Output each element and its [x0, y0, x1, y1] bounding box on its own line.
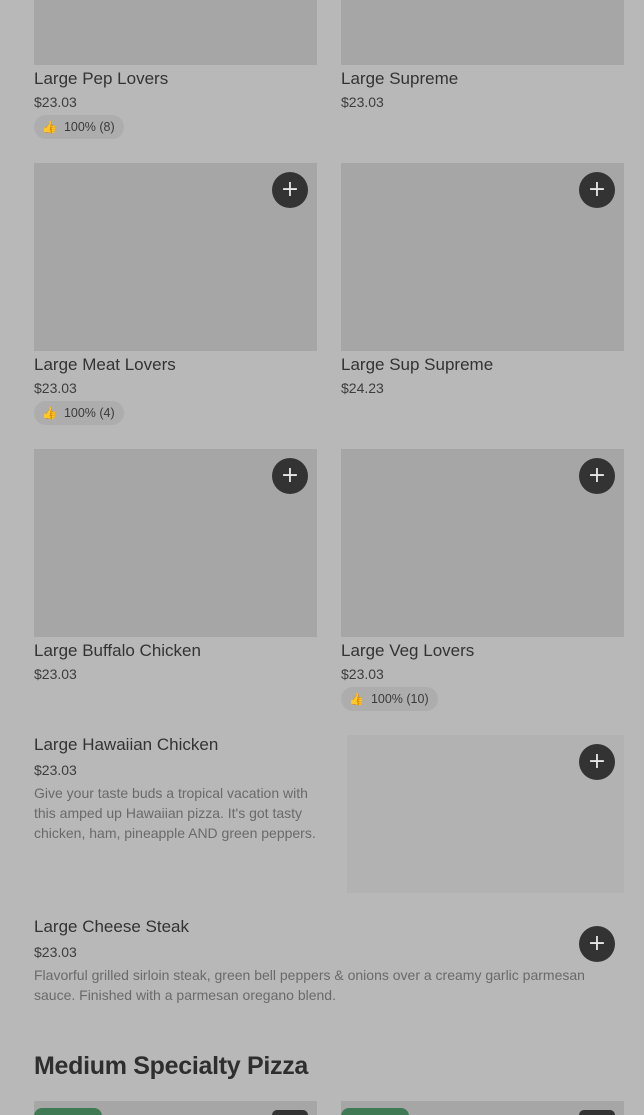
- add-to-cart-button[interactable]: [272, 1110, 308, 1115]
- item-name[interactable]: Large Buffalo Chicken: [34, 641, 201, 661]
- rating-badge: 👍 100% (10): [341, 687, 438, 711]
- plus-icon: +: [280, 463, 300, 488]
- add-to-cart-button[interactable]: +: [579, 458, 615, 494]
- item-badge: [34, 1108, 102, 1115]
- item-name[interactable]: Large Supreme: [341, 69, 458, 89]
- item-price: $23.03: [34, 94, 77, 110]
- thumbs-up-icon: 👍: [349, 692, 364, 706]
- plus-icon: +: [280, 177, 300, 202]
- item-price: $23.03: [34, 666, 77, 682]
- add-to-cart-button[interactable]: +: [579, 172, 615, 208]
- item-name[interactable]: Large Hawaiian Chicken: [34, 735, 218, 755]
- add-to-cart-button[interactable]: [579, 1110, 615, 1115]
- item-name[interactable]: Large Sup Supreme: [341, 355, 493, 375]
- item-name[interactable]: Large Cheese Steak: [34, 917, 189, 937]
- item-price: $24.23: [341, 380, 384, 396]
- rating-text: 100% (8): [63, 120, 115, 134]
- add-to-cart-button[interactable]: +: [272, 458, 308, 494]
- add-to-cart-button[interactable]: +: [579, 926, 615, 962]
- add-to-cart-button[interactable]: +: [579, 744, 615, 780]
- rating-badge: 👍 100% (4): [34, 401, 124, 425]
- thumbs-up-icon: 👍: [42, 120, 57, 134]
- plus-icon: +: [587, 463, 607, 488]
- item-name[interactable]: Large Veg Lovers: [341, 641, 474, 661]
- item-price: $23.03: [341, 94, 384, 110]
- rating-text: 100% (10): [370, 692, 429, 706]
- add-to-cart-button[interactable]: +: [272, 172, 308, 208]
- rating-badge: 👍 100% (8): [34, 115, 124, 139]
- rating-text: 100% (4): [63, 406, 115, 420]
- item-image[interactable]: [34, 0, 317, 65]
- section-title: Medium Specialty Pizza: [34, 1052, 309, 1080]
- item-name[interactable]: Large Meat Lovers: [34, 355, 176, 375]
- item-name[interactable]: Large Pep Lovers: [34, 69, 168, 89]
- item-price: $23.03: [34, 762, 77, 778]
- plus-icon: +: [587, 749, 607, 774]
- thumbs-up-icon: 👍: [42, 406, 57, 420]
- item-price: $23.03: [34, 944, 77, 960]
- item-description: Flavorful grilled sirloin steak, green b…: [34, 967, 585, 1003]
- plus-icon: +: [587, 177, 607, 202]
- plus-icon: +: [587, 931, 607, 956]
- item-badge: [341, 1108, 409, 1115]
- item-description: Give your taste buds a tropical vacation…: [34, 785, 316, 841]
- item-price: $23.03: [341, 666, 384, 682]
- item-price: $23.03: [34, 380, 77, 396]
- item-image[interactable]: [341, 0, 624, 65]
